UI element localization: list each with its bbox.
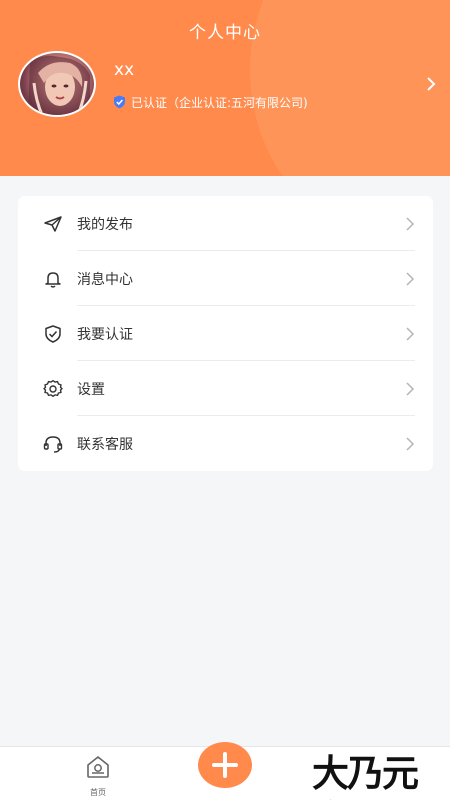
add-post-button[interactable]: [198, 742, 252, 788]
chevron-right-icon: [406, 272, 415, 286]
profile-header: 个人中心 xx 已认证（企业认证:五河有限公司): [0, 0, 450, 176]
tab-home[interactable]: 首页: [78, 753, 118, 797]
menu-item-messages[interactable]: 消息中心: [18, 251, 433, 306]
bell-icon: [45, 272, 61, 288]
verified-shield-icon: [114, 95, 125, 109]
menu-item-label: 消息中心: [77, 272, 133, 288]
verification-status: 已认证（企业认证:五河有限公司): [113, 94, 308, 110]
menu-card: 我的发布 消息中心 我要认证 设置 联系客服: [18, 196, 433, 471]
headset-icon: [43, 436, 63, 453]
chevron-right-icon: [406, 437, 415, 451]
home-icon: [87, 756, 109, 778]
menu-item-settings[interactable]: 设置: [18, 361, 433, 416]
paper-plane-icon: [44, 216, 62, 232]
plus-icon: [212, 752, 238, 778]
menu-item-verification[interactable]: 我要认证: [18, 306, 433, 361]
watermark-logo: 大乃元客: [312, 750, 447, 800]
user-name: xx: [114, 60, 135, 80]
menu-item-label: 我要认证: [77, 327, 133, 343]
gear-icon: [43, 380, 63, 397]
page-title: 个人中心: [189, 23, 261, 43]
tab-home-label: 首页: [90, 788, 106, 797]
menu-item-label: 我的发布: [77, 217, 133, 233]
avatar[interactable]: [18, 51, 96, 117]
menu-item-my-posts[interactable]: 我的发布: [18, 196, 433, 251]
avatar-image: [28, 55, 90, 115]
chevron-right-icon: [406, 217, 415, 231]
menu-item-customer-service[interactable]: 联系客服: [18, 416, 433, 471]
chevron-right-icon: [406, 382, 415, 396]
shield-check-icon: [45, 325, 61, 343]
menu-item-label: 设置: [77, 382, 105, 398]
verification-text: 已认证（企业认证:五河有限公司): [131, 95, 308, 110]
chevron-right-icon[interactable]: [425, 76, 437, 92]
menu-item-label: 联系客服: [77, 437, 133, 453]
chevron-right-icon: [406, 327, 415, 341]
